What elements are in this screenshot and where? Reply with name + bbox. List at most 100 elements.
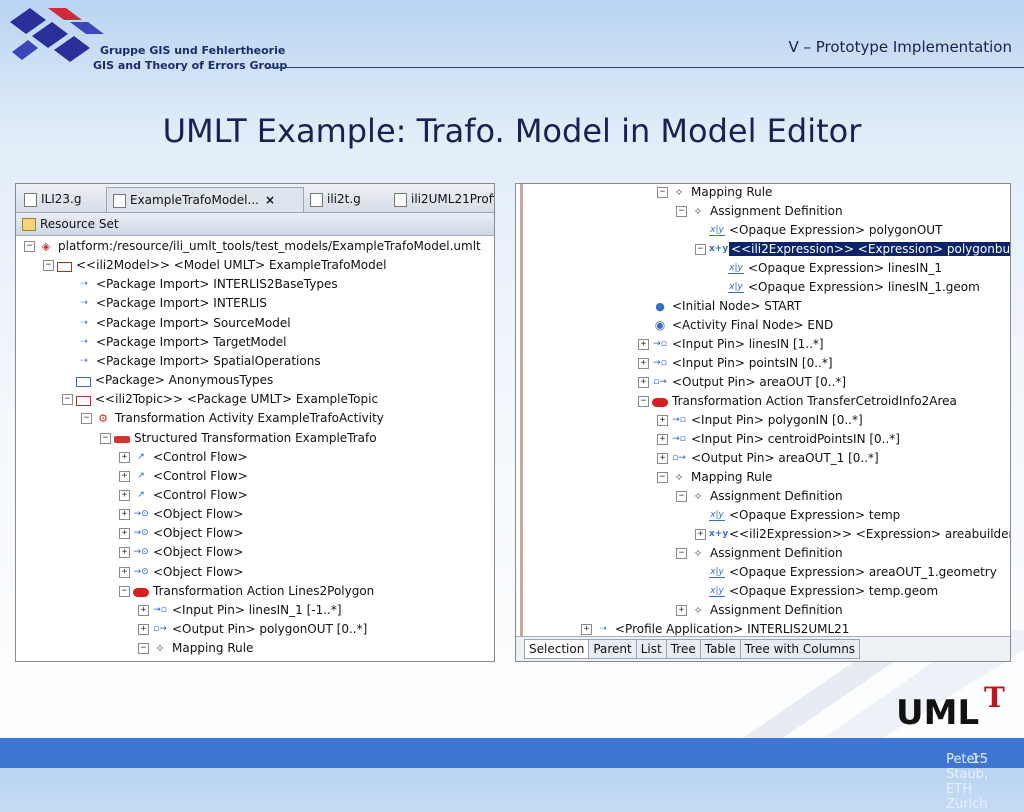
tree-item[interactable]: x|y <Opaque Expression> temp: [695, 506, 900, 525]
tree-item[interactable]: x|y <Opaque Expression> linesIN_1.geom: [714, 278, 980, 297]
expand-toggle-icon[interactable]: +: [138, 624, 149, 635]
tree-item[interactable]: + ↗ <Control Flow>: [119, 486, 248, 505]
expand-toggle-icon[interactable]: +: [638, 377, 649, 388]
tab-ili23[interactable]: ILI23.g: [18, 187, 104, 211]
collapse-toggle-icon[interactable]: −: [657, 472, 668, 483]
tree-item[interactable]: + →▫ <Input Pin> polygonIN [0..*]: [657, 411, 863, 430]
tree-item[interactable]: <Package> AnonymousTypes: [62, 371, 273, 390]
collapse-toggle-icon[interactable]: −: [676, 548, 687, 559]
tree-item[interactable]: x|y <Opaque Expression> linesIN_1: [714, 259, 942, 278]
tree-item[interactable]: − <<ili2Model>> <Model UMLT> ExampleTrafo…: [43, 256, 386, 275]
collapse-toggle-icon[interactable]: −: [638, 396, 649, 407]
tree-item[interactable]: − ✧ Mapping Rule: [657, 184, 772, 202]
tree-item[interactable]: − <<ili2Topic>> <Package UMLT> ExampleTop…: [62, 390, 378, 409]
collapse-toggle-icon[interactable]: −: [43, 260, 54, 272]
tree-item[interactable]: + →⊙ <Object Flow>: [119, 524, 243, 543]
java-file-icon: [394, 192, 407, 207]
expand-toggle-icon[interactable]: +: [119, 528, 130, 540]
tree-item[interactable]: − ✧ Assignment Definition: [676, 202, 843, 221]
tree-item[interactable]: + →▫ <Input Pin> linesIN [1..*]: [638, 335, 824, 354]
collapse-toggle-icon[interactable]: −: [119, 585, 130, 597]
tree-item[interactable]: + ✧ Assignment Definition: [676, 601, 843, 620]
expand-toggle-icon[interactable]: +: [119, 547, 130, 559]
tree-item[interactable]: + →▫ <Input Pin> linesIN_1 [-1..*]: [138, 601, 342, 620]
tree-item[interactable]: − ✧ Mapping Rule: [138, 639, 253, 658]
collapse-toggle-icon[interactable]: −: [24, 241, 35, 252]
mapping-rule-icon: ✧: [674, 186, 684, 199]
tree-item[interactable]: + →⊙ <Object Flow>: [119, 563, 243, 582]
expand-toggle-icon[interactable]: +: [119, 470, 130, 482]
tree-item[interactable]: + →⊙ <Object Flow>: [119, 543, 243, 562]
tree-item[interactable]: ⇢ <Package Import> SourceModel: [62, 314, 291, 333]
tree-item[interactable]: + ↗ <Control Flow>: [119, 467, 248, 486]
collapse-toggle-icon[interactable]: −: [138, 643, 149, 655]
expand-toggle-icon[interactable]: +: [581, 624, 592, 635]
expand-toggle-icon[interactable]: +: [119, 489, 130, 501]
expand-toggle-icon[interactable]: +: [119, 566, 130, 578]
tree-item[interactable]: + ▫→ <Output Pin> areaOUT [0..*]: [638, 373, 846, 392]
opaque-expression-icon: x|y: [709, 510, 725, 521]
tree-item[interactable]: ◉ <Activity Final Node> END: [638, 316, 833, 335]
tree-item[interactable]: − Transformation Action TransferCetroidIn…: [638, 392, 957, 411]
tab-ili2uml21profile[interactable]: ili2UML21Profile: [388, 187, 494, 211]
collapse-toggle-icon[interactable]: −: [657, 187, 668, 198]
tree-item[interactable]: − Structured Transformation ExampleTrafo: [100, 429, 377, 448]
expand-toggle-icon[interactable]: +: [695, 529, 706, 540]
expand-toggle-icon[interactable]: +: [657, 415, 668, 426]
collapse-toggle-icon[interactable]: −: [676, 491, 687, 502]
tree-item[interactable]: − ◈ platform:/resource/ili_umlt_tools/test…: [24, 237, 481, 256]
expand-toggle-icon[interactable]: +: [119, 509, 130, 521]
view-tab-tree[interactable]: Tree: [665, 639, 701, 659]
view-tab-tree-with-columns[interactable]: Tree with Columns: [739, 639, 861, 659]
tree-item[interactable]: x|y <Opaque Expression> polygonOUT: [695, 221, 942, 240]
collapse-toggle-icon[interactable]: −: [62, 394, 73, 406]
expand-toggle-icon[interactable]: +: [676, 605, 687, 616]
model-editor-left: ILI23.g ExampleTrafoModel... × ili2t.g il…: [15, 183, 495, 662]
tree-item[interactable]: − ✧ Assignment Definition: [676, 544, 843, 563]
expand-toggle-icon[interactable]: +: [638, 358, 649, 369]
tree-item-label: <Opaque Expression> polygonOUT: [729, 223, 943, 237]
tree-item[interactable]: + ▫→ <Output Pin> areaOUT_1 [0..*]: [657, 449, 879, 468]
tree-item[interactable]: + ▫→ <Output Pin> polygonOUT [0..*]: [138, 620, 367, 639]
close-icon[interactable]: ×: [265, 193, 275, 207]
tree-item[interactable]: + x+y<<ili2Expression>> <Expression> area…: [695, 525, 1010, 544]
header-rule: [266, 67, 1024, 68]
expand-toggle-icon[interactable]: +: [638, 339, 649, 350]
tree-item[interactable]: − ✧ Assignment Definition: [676, 487, 843, 506]
tree-item[interactable]: ⇢ <Package Import> TargetModel: [62, 333, 286, 352]
tree-item-label: <Package Import> SourceModel: [96, 315, 291, 330]
tree-item[interactable]: ⇢ <Package Import> INTERLIS: [62, 294, 267, 313]
view-tab-list[interactable]: List: [635, 639, 667, 659]
expand-toggle-icon[interactable]: +: [657, 453, 668, 464]
tree-item[interactable]: − Transformation Action Lines2Polygon: [119, 582, 374, 601]
tree-item[interactable]: ⇢ <Package Import> SpatialOperations: [62, 352, 320, 371]
tree-item-label: <Control Flow>: [153, 487, 248, 502]
view-tab-table[interactable]: Table: [699, 639, 741, 659]
tree-item[interactable]: x|y <Opaque Expression> temp.geom: [695, 582, 938, 601]
tree-item[interactable]: ⇢ <Package Import> INTERLIS2BaseTypes: [62, 275, 337, 294]
tree-item[interactable]: − x+y <<ili2Expression>> <Expression> poly…: [695, 240, 1010, 259]
collapse-toggle-icon[interactable]: −: [676, 206, 687, 217]
view-tab-parent[interactable]: Parent: [588, 639, 637, 659]
tree-item[interactable]: + →⊙ <Object Flow>: [119, 505, 243, 524]
tree-item-label: <Opaque Expression> temp: [729, 508, 901, 522]
tree-item[interactable]: ● <Initial Node> START: [638, 297, 801, 316]
tree-item[interactable]: − ⚙ Transformation Activity ExampleTrafoAc…: [81, 409, 384, 428]
expand-toggle-icon[interactable]: +: [657, 434, 668, 445]
tab-ili2t[interactable]: ili2t.g: [304, 187, 386, 211]
expand-toggle-icon[interactable]: +: [138, 604, 149, 616]
tree-item[interactable]: + ↗ <Control Flow>: [119, 448, 248, 467]
tab-exampletrafomodel[interactable]: ExampleTrafoModel... ×: [106, 187, 304, 212]
expand-toggle-icon[interactable]: +: [119, 451, 130, 463]
collapse-toggle-icon[interactable]: −: [100, 432, 111, 444]
tree-item[interactable]: + →▫ <Input Pin> pointsIN [0..*]: [638, 354, 833, 373]
collapse-toggle-icon[interactable]: −: [81, 413, 92, 425]
assignment-icon: ✧: [693, 604, 703, 617]
collapse-toggle-icon[interactable]: −: [695, 244, 706, 255]
tree-item-label: <<ili2Model>> <Model UMLT> ExampleTrafoM…: [76, 258, 387, 273]
view-tab-selection[interactable]: Selection: [524, 639, 590, 659]
tree-item[interactable]: − ✧ Mapping Rule: [657, 468, 772, 487]
tree-item[interactable]: + →▫ <Input Pin> centroidPointsIN [0..*]: [657, 430, 900, 449]
tree-item[interactable]: x|y <Opaque Expression> areaOUT_1.geometr…: [695, 563, 997, 582]
